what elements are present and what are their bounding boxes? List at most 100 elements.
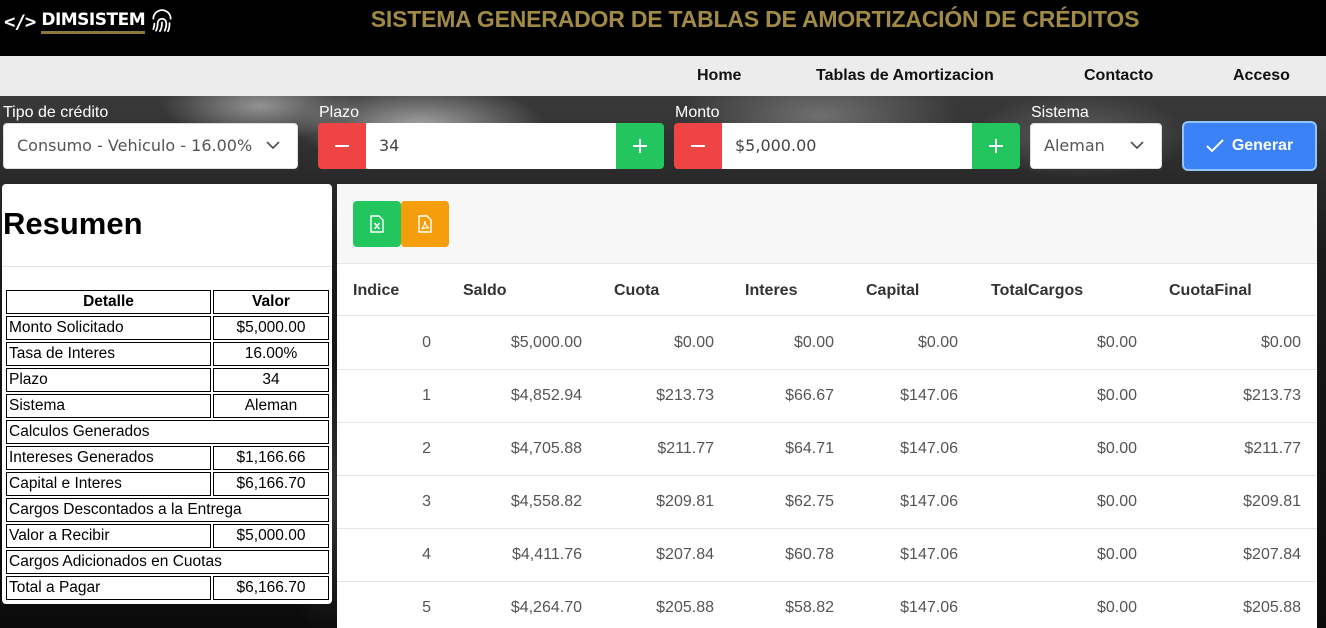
table-cell: $0.00 [1096,599,1137,616]
table-cell: $209.81 [1243,493,1301,510]
table-cell: $0.00 [1096,334,1137,351]
table-cell: $0.00 [673,334,714,351]
chevron-down-icon [1129,124,1145,185]
term-decrement-button[interactable] [318,123,366,169]
nav-amortization-tables[interactable]: Tablas de Amortizacion [816,67,994,85]
column-header[interactable]: Cuota [614,282,659,300]
summary-title: Resumen [3,206,143,241]
column-header[interactable]: Interes [745,282,797,300]
table-cell: $211.77 [1244,440,1301,457]
minus-icon [335,145,349,147]
top-header: </> DIMSISTEM SISTEMA GENERADOR DE TABLA… [0,0,1326,56]
summary-detail-cell: Monto Solicitado [6,316,211,340]
summary-row: Valor a Recibir $5,000.00 [6,524,329,548]
summary-table: Detalle Valor Monto Solicitado $5,000.00 T… [4,288,331,602]
nav-contact[interactable]: Contacto [1084,67,1153,85]
table-cell: $0.00 [1096,493,1137,510]
table-cell: $62.75 [785,493,834,510]
table-row: 5 $4,264.70 $205.88 $58.82 $147.06 $0.00 $205.… [337,582,1317,628]
summary-value-cell: $6,166.70 [213,576,329,600]
table-cell: $147.06 [900,546,958,563]
table-row: 3 $4,558.82 $209.81 $62.75 $147.06 $0.00 $209.… [337,476,1317,529]
plus-icon [989,139,1003,153]
minus-icon [691,145,705,147]
table-cell: $147.06 [900,599,958,616]
table-cell: $207.84 [656,546,714,563]
table-cell: $213.73 [656,387,714,404]
summary-header-value: Valor [213,290,329,314]
summary-detail-cell: Tasa de Interes [6,342,211,366]
table-cell: 4 [422,546,431,563]
table-cell: $0.00 [1096,440,1137,457]
table-cell: $205.88 [1243,599,1301,616]
amount-increment-button[interactable] [972,123,1020,169]
main-nav: Home Tablas de Amortizacion Contacto Acc… [0,56,1326,96]
table-cell: $213.73 [1243,387,1301,404]
column-header[interactable]: CuotaFinal [1169,282,1252,300]
nav-home[interactable]: Home [697,67,741,85]
summary-detail-cell: Cargos Adicionados en Cuotas [6,550,329,574]
amount-input[interactable]: $5,000.00 [722,123,972,169]
amount-decrement-button[interactable] [674,123,722,169]
generate-button[interactable]: Generar [1182,121,1317,171]
summary-panel: Resumen Detalle Valor Monto Solicitado $5… [2,184,332,604]
divider [2,266,332,267]
table-cell: $4,705.88 [510,440,582,457]
generate-label: Generar [1231,137,1294,154]
chevron-down-icon [265,124,281,185]
summary-row: Capital e Interes $6,166.70 [6,472,329,496]
table-cell: $4,411.76 [512,546,582,563]
amortization-panel: Indice Saldo Cuota Interes Capital TotalCargo… [337,184,1317,628]
plus-icon [633,139,647,153]
column-header[interactable]: Capital [866,282,919,300]
summary-row: Plazo 34 [6,368,329,392]
column-header[interactable]: Saldo [463,282,507,300]
export-excel-button[interactable] [353,201,401,247]
app-title: SISTEMA GENERADOR DE TABLAS DE AMORTIZAC… [370,6,1140,32]
column-header[interactable]: TotalCargos [991,282,1083,300]
credit-type-select[interactable]: Consumo - Vehiculo - 16.00% [3,123,298,169]
summary-detail-cell: Total a Pagar [6,576,211,600]
summary-value-cell: 34 [213,368,329,392]
table-row: 0 $5,000.00 $0.00 $0.00 $0.00 $0.00 $0.00 [337,317,1317,370]
summary-row: Calculos Generados [6,420,329,444]
summary-value-cell: 16.00% [213,342,329,366]
table-cell: $0.00 [1260,334,1301,351]
nav-access[interactable]: Acceso [1233,67,1290,85]
export-pdf-button[interactable] [401,201,449,247]
table-cell: 3 [422,493,431,510]
table-cell: $4,558.82 [510,493,582,510]
term-input[interactable]: 34 [366,123,616,169]
summary-detail-cell: Sistema [6,394,211,418]
summary-value-cell: $5,000.00 [213,316,329,340]
table-cell: $0.00 [1096,387,1137,404]
system-value: Aleman [1044,136,1105,155]
summary-row: Total a Pagar $6,166.70 [6,576,329,600]
credit-type-value: Consumo - Vehiculo - 16.00% [17,136,253,155]
system-select[interactable]: Aleman [1030,123,1162,169]
table-cell: $147.06 [900,440,958,457]
table-cell: $4,852.94 [510,387,582,404]
term-increment-button[interactable] [616,123,664,169]
table-cell: $0.00 [793,334,834,351]
table-cell: $60.78 [785,546,834,563]
column-header[interactable]: Indice [353,282,399,300]
table-row: 4 $4,411.76 $207.84 $60.78 $147.06 $0.00 $207.… [337,529,1317,582]
amortization-header-row: Indice Saldo Cuota Interes Capital TotalCargo… [337,264,1317,316]
summary-detail-cell: Calculos Generados [6,420,329,444]
table-cell: $207.84 [1243,546,1301,563]
table-cell: 2 [422,440,431,457]
table-cell: $5,000.00 [510,334,582,351]
summary-value-cell: Aleman [213,394,329,418]
summary-detail-cell: Valor a Recibir [6,524,211,548]
table-cell: 0 [422,334,431,351]
table-cell: $4,264.70 [510,599,582,616]
summary-header-detail: Detalle [6,290,211,314]
export-toolbar [337,184,1317,264]
table-cell: $147.06 [900,387,958,404]
summary-detail-cell: Intereses Generados [6,446,211,470]
system-label: Sistema [1031,104,1089,121]
pdf-file-icon [418,215,432,233]
table-cell: $147.06 [900,493,958,510]
summary-row: Monto Solicitado $5,000.00 [6,316,329,340]
